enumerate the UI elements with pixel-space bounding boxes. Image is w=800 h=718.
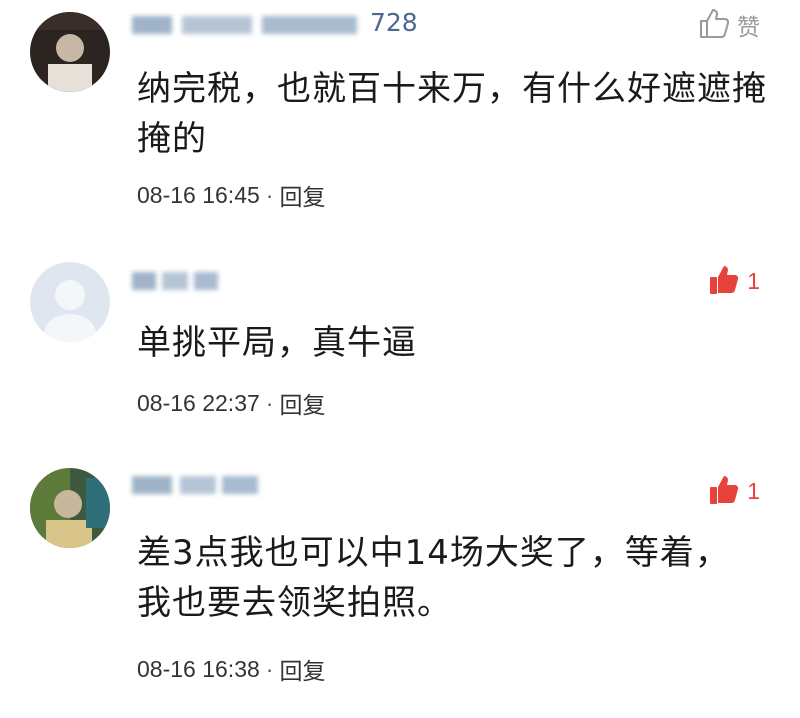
like-button[interactable]: 1 xyxy=(707,472,760,510)
reply-button[interactable]: 回复 xyxy=(279,178,325,212)
reply-button[interactable]: 回复 xyxy=(279,652,325,686)
like-button[interactable]: 赞 xyxy=(697,6,760,44)
comment-meta: 08-16 16:45 · 回复 xyxy=(137,178,325,212)
comment-time: 08-16 16:45 xyxy=(137,181,260,208)
like-button[interactable]: 1 xyxy=(707,262,760,300)
like-count: 1 xyxy=(747,477,760,504)
comment-meta: 08-16 16:38 · 回复 xyxy=(137,652,325,686)
comment-text: 差3点我也可以中14场大奖了，等着，我也要去领奖拍照。 xyxy=(137,533,730,623)
like-count: 1 xyxy=(747,267,760,294)
username-blurred[interactable] xyxy=(132,472,262,498)
thumbs-up-filled-icon xyxy=(707,472,741,510)
comment-meta: 08-16 22:37 · 回复 xyxy=(137,386,325,420)
thumbs-up-filled-icon xyxy=(707,262,741,300)
username-suffix[interactable]: 728 xyxy=(370,8,418,37)
avatar[interactable] xyxy=(30,12,110,92)
thumbs-up-outline-icon xyxy=(697,6,731,44)
avatar[interactable] xyxy=(30,262,110,342)
meta-separator: · xyxy=(265,655,274,682)
avatar[interactable] xyxy=(30,468,110,548)
comment-text: 纳完税，也就百十来万，有什么好遮遮掩掩的 xyxy=(137,69,767,159)
reply-button[interactable]: 回复 xyxy=(279,386,325,420)
like-label: 赞 xyxy=(737,14,760,40)
username-blurred[interactable] xyxy=(132,12,362,38)
username-blurred[interactable] xyxy=(132,268,222,294)
comment-text: 单挑平局，真牛逼 xyxy=(137,323,417,363)
meta-separator: · xyxy=(265,389,274,416)
comment-time: 08-16 16:38 xyxy=(137,655,260,682)
comment-time: 08-16 22:37 xyxy=(137,389,260,416)
meta-separator: · xyxy=(265,181,274,208)
